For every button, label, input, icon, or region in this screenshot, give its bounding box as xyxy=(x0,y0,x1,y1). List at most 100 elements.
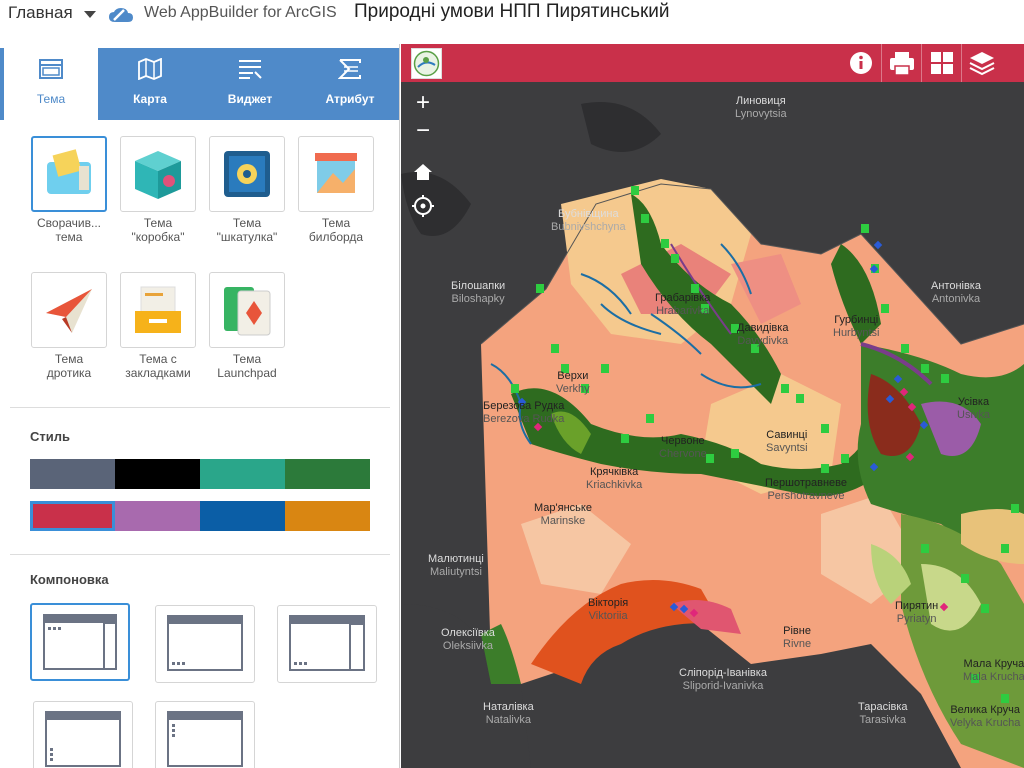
color-swatch-blue[interactable] xyxy=(200,501,285,531)
tab-theme-icon xyxy=(135,286,181,333)
color-swatch-teal[interactable] xyxy=(200,459,285,489)
jewelry-box-theme-icon xyxy=(224,151,270,197)
config-panel: Тема Карта Виджет Атрибут Сворачив... те… xyxy=(0,44,400,768)
print-button[interactable] xyxy=(881,44,921,82)
theme-thumbnail xyxy=(298,136,374,212)
place-label: Антонівка Antonivka xyxy=(931,280,981,305)
theme-caption: Тема с закладками xyxy=(125,352,191,380)
app-title[interactable]: Природні умови НПП Пирятинський xyxy=(354,1,670,23)
color-swatch-black[interactable] xyxy=(115,459,200,489)
place-label: Крячківка Kriachkivka xyxy=(586,466,643,491)
theme-caption: Тема "коробка" xyxy=(131,216,185,244)
theme-launchpad[interactable]: Тема Launchpad xyxy=(203,272,291,380)
place-label: Грабарівка Hrabarivka xyxy=(655,292,711,317)
layout-option-2[interactable] xyxy=(155,605,255,683)
config-tabs: Тема Карта Виджет Атрибут xyxy=(0,48,399,120)
layout-icon xyxy=(289,615,365,671)
tab-attribute[interactable]: Атрибут xyxy=(303,48,397,120)
foldable-theme-icon xyxy=(47,149,91,194)
tab-label: Атрибут xyxy=(325,92,375,106)
tab-widget[interactable]: Виджет xyxy=(203,48,297,120)
place-label: Савинці Savyntsi xyxy=(766,429,808,454)
tab-map[interactable]: Карта xyxy=(103,48,197,120)
app-builder-name: Web AppBuilder for ArcGIS xyxy=(144,4,337,21)
place-label: Березова Рудка Berezova Rudka xyxy=(483,400,565,425)
tab-label: Карта xyxy=(133,92,167,106)
theme-caption: Тема билборда xyxy=(308,216,364,244)
print-icon xyxy=(890,52,914,76)
theme-dart[interactable]: Тема дротика xyxy=(25,272,113,380)
zoom-in-button[interactable]: + xyxy=(409,90,437,118)
place-label: Велика Круча Velyka Krucha xyxy=(950,704,1021,729)
theme-caption: Сворачив... тема xyxy=(37,216,101,244)
about-button[interactable] xyxy=(841,44,881,82)
color-swatch-red-selected[interactable] xyxy=(30,501,115,531)
place-label: Білошапки Biloshapky xyxy=(451,280,506,305)
basemap-gallery-button[interactable] xyxy=(921,44,961,82)
launchpad-theme-icon xyxy=(224,287,271,336)
place-label: Мала Кручa Mala Krucha xyxy=(963,658,1024,683)
layout-icon xyxy=(167,711,243,767)
place-label: Вікторія Viktoriia xyxy=(588,597,629,622)
basemap-gallery-icon xyxy=(931,52,953,74)
place-label: Тарасівка Tarasivka xyxy=(858,701,908,726)
place-label: Усівка Usivka xyxy=(957,396,991,421)
color-swatch-orange[interactable] xyxy=(285,501,370,531)
color-swatch-green[interactable] xyxy=(285,459,370,489)
place-label: Мар'янське Marinske xyxy=(534,502,592,527)
theme-billboard[interactable]: Тема билборда xyxy=(292,136,380,244)
layout-option-4[interactable] xyxy=(33,701,133,768)
theme-thumbnail xyxy=(209,272,285,348)
theme-thumbnail xyxy=(209,136,285,212)
place-label: Верхи Verkhy xyxy=(556,370,590,395)
style-section-title: Стиль xyxy=(30,429,70,444)
zoom-out-button[interactable]: − xyxy=(409,118,437,146)
map-icon xyxy=(138,58,162,80)
layout-icon xyxy=(167,615,243,671)
map-view[interactable]: + − Линовиця Lynovytsia Бубнівщина Bubnivs… xyxy=(401,44,1024,768)
place-label: Рівне Rivne xyxy=(783,625,812,650)
place-label: Олексіївка Oleksiivka xyxy=(441,627,495,652)
home-icon xyxy=(414,164,432,180)
tab-label: Виджет xyxy=(227,92,273,106)
layout-option-5[interactable] xyxy=(155,701,255,768)
layout-icon xyxy=(45,711,121,767)
layout-option-1[interactable] xyxy=(30,603,130,681)
info-icon xyxy=(850,52,872,74)
layers-icon xyxy=(969,52,995,76)
layer-list-button[interactable] xyxy=(961,44,1001,82)
color-swatch-slate[interactable] xyxy=(30,459,115,489)
place-label: Першотравневе Pershotravneve xyxy=(765,477,847,502)
app-header: Главная Web AppBuilder for ArcGIS Природ… xyxy=(0,0,1024,44)
layout-option-3[interactable] xyxy=(277,605,377,683)
park-logo xyxy=(411,48,442,79)
theme-caption: Тема "шкатулка" xyxy=(216,216,278,244)
locate-icon xyxy=(412,195,434,217)
map-header-bar xyxy=(401,44,1024,82)
chevron-down-icon[interactable] xyxy=(84,11,96,18)
section-divider xyxy=(10,407,390,408)
theme-foldable[interactable]: Сворачив... тема xyxy=(25,136,113,244)
home-link[interactable]: Главная xyxy=(8,3,73,23)
theme-thumbnail xyxy=(120,272,196,348)
tab-theme[interactable]: Тема xyxy=(4,48,98,120)
home-extent-button[interactable] xyxy=(409,160,437,188)
my-location-button[interactable] xyxy=(409,194,437,222)
theme-jewelry-box[interactable]: Тема "шкатулка" xyxy=(203,136,291,244)
arcgis-cloud-icon xyxy=(109,8,133,22)
tab-label: Тема xyxy=(36,92,66,106)
dart-theme-icon xyxy=(46,289,92,333)
place-label: Давидівка Davydivka xyxy=(737,322,789,347)
color-swatch-purple[interactable] xyxy=(115,501,200,531)
place-label: Сліпорід-Іванівка Sliporid-Ivanivka xyxy=(679,667,767,692)
place-label: Пирятин Pyriatyn xyxy=(895,600,939,625)
theme-thumbnail xyxy=(120,136,196,212)
theme-icon xyxy=(39,59,63,79)
place-label: Бубнівщина Bubnivshchyna xyxy=(551,208,626,233)
billboard-theme-icon xyxy=(315,153,357,193)
place-label: Гурбинці Hurbyntsi xyxy=(833,314,880,339)
theme-box[interactable]: Тема "коробка" xyxy=(114,136,202,244)
place-label: Наталівка Natalivka xyxy=(483,701,534,726)
theme-tab[interactable]: Тема с закладками xyxy=(114,272,202,380)
place-label: Малютинці Maliutyntsi xyxy=(428,553,484,578)
